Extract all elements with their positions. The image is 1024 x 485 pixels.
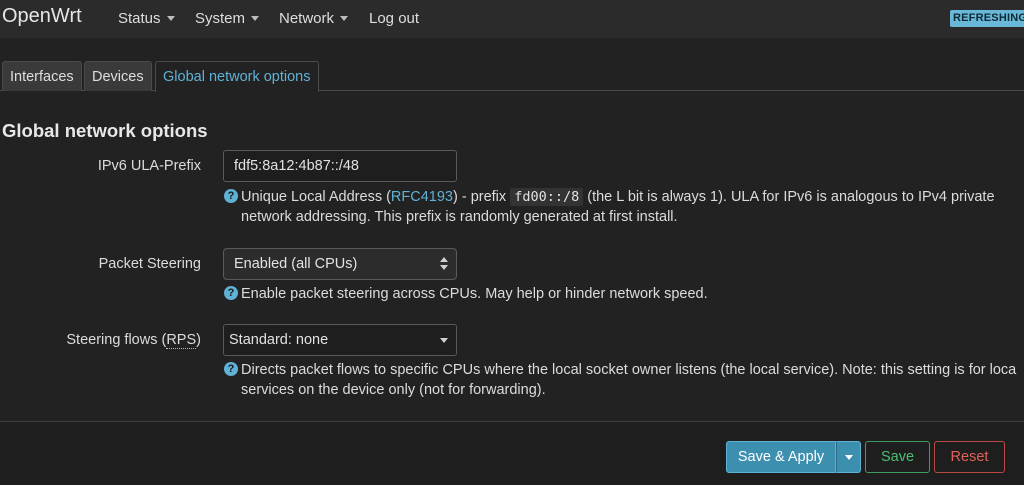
ula-prefix-input[interactable] bbox=[223, 150, 457, 182]
menu-network-label: Network bbox=[279, 10, 335, 27]
packet-steering-select[interactable]: Enabled (all CPUs) bbox=[223, 248, 457, 280]
chevron-down-icon bbox=[440, 338, 448, 343]
steering-flows-value: Standard: none bbox=[229, 332, 329, 348]
save-apply-button[interactable]: Save & Apply bbox=[726, 441, 836, 473]
brand-logo[interactable]: OpenWrt bbox=[2, 5, 82, 28]
save-button[interactable]: Save bbox=[865, 441, 930, 473]
help-text-part: Unique Local Address ( bbox=[241, 189, 391, 205]
steering-flows-label-suffix: ) bbox=[196, 332, 201, 348]
chevron-down-icon bbox=[166, 16, 175, 21]
steering-flows-label: Steering flows (RPS) bbox=[0, 332, 201, 349]
ula-prefix-help-text: Unique Local Address (RFC4193) - prefix … bbox=[241, 187, 995, 227]
steering-flows-help-text: Directs packet flows to specific CPUs wh… bbox=[241, 360, 1016, 400]
menu-system-label: System bbox=[195, 10, 246, 27]
chevron-down-icon bbox=[845, 455, 853, 460]
tab-bar: Interfaces Devices Global network option… bbox=[0, 61, 1024, 92]
prefix-code: fd00::/8 bbox=[510, 188, 584, 206]
steering-flows-label-prefix: Steering flows ( bbox=[66, 332, 167, 348]
help-icon: ? bbox=[224, 286, 238, 300]
tab-devices[interactable]: Devices bbox=[84, 61, 152, 91]
packet-steering-help-text: Enable packet steering across CPUs. May … bbox=[241, 286, 708, 302]
help-text-part: (the L bit is always 1). ULA for IPv6 is… bbox=[583, 189, 995, 205]
menu-system[interactable]: System bbox=[195, 10, 260, 27]
save-apply-dropdown-button[interactable] bbox=[836, 441, 861, 473]
tab-global-network-options[interactable]: Global network options bbox=[155, 61, 319, 92]
packet-steering-label: Packet Steering bbox=[98, 256, 201, 272]
page-title: Global network options bbox=[2, 120, 208, 141]
select-arrows-icon bbox=[440, 256, 448, 272]
menu-network[interactable]: Network bbox=[279, 10, 349, 27]
help-text-part: ) - prefix bbox=[452, 189, 511, 205]
rps-abbr: RPS bbox=[166, 332, 197, 349]
help-text-line2: network addressing. This prefix is rando… bbox=[241, 209, 678, 225]
menu-status-label: Status bbox=[118, 10, 161, 27]
help-text-line1: Directs packet flows to specific CPUs wh… bbox=[241, 362, 1017, 378]
chevron-down-icon bbox=[251, 16, 260, 21]
reset-button[interactable]: Reset bbox=[934, 441, 1005, 473]
top-navbar: OpenWrt Status System Network Log out RE… bbox=[0, 0, 1024, 38]
packet-steering-value: Enabled (all CPUs) bbox=[234, 256, 358, 272]
tab-interfaces[interactable]: Interfaces bbox=[2, 61, 82, 91]
steering-flows-select[interactable]: Standard: none bbox=[223, 324, 457, 356]
menu-logout[interactable]: Log out bbox=[369, 10, 419, 27]
chevron-down-icon bbox=[340, 16, 349, 21]
menu-logout-label: Log out bbox=[369, 10, 420, 27]
rfc4193-link[interactable]: RFC4193 bbox=[391, 189, 453, 205]
help-icon: ? bbox=[224, 362, 238, 376]
help-text-line2: services on the device only (not for for… bbox=[241, 382, 546, 398]
help-icon: ? bbox=[224, 189, 238, 203]
menu-status[interactable]: Status bbox=[118, 10, 175, 27]
ula-prefix-label: IPv6 ULA-Prefix bbox=[97, 158, 201, 174]
refreshing-indicator[interactable]: REFRESHING bbox=[950, 10, 1024, 27]
